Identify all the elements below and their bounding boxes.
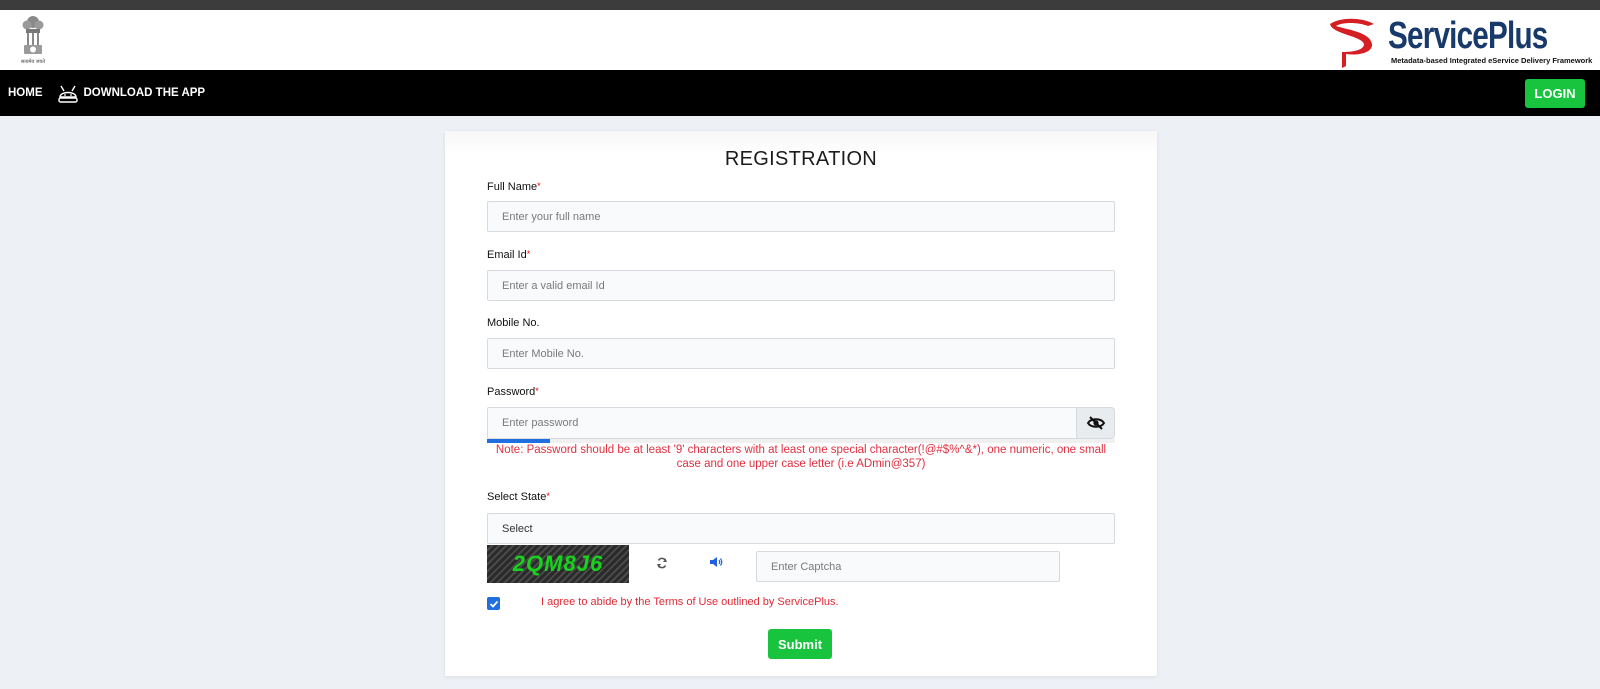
nav-download-app-label: DOWNLOAD THE APP xyxy=(83,87,206,99)
serviceplus-mark-icon xyxy=(1330,18,1374,68)
full-name-label-text: Full Name xyxy=(487,181,538,193)
full-name-input[interactable] xyxy=(487,201,1115,232)
browser-top-strip xyxy=(0,0,1600,10)
captcha-image: 2QM8J6 xyxy=(487,545,629,583)
email-label-text: Email Id xyxy=(487,249,527,261)
top-navbar: HOME DOWNLOAD THE APP LOGIN xyxy=(0,70,1600,116)
login-button[interactable]: LOGIN xyxy=(1525,79,1585,108)
page-title: REGISTRATION xyxy=(724,148,878,170)
full-name-label: Full Name* xyxy=(487,181,541,193)
site-header: सत्यमेव जयते ServicePlus Metadata-based … xyxy=(0,10,1600,70)
password-rules-note: Note: Password should be at least '9' ch… xyxy=(495,444,1107,470)
nav-home-link[interactable]: HOME xyxy=(8,87,43,99)
email-label: Email Id* xyxy=(487,249,530,261)
mobile-input[interactable] xyxy=(487,338,1115,369)
brand-tagline: Metadata-based Integrated eService Deliv… xyxy=(1391,56,1593,65)
mobile-label: Mobile No. xyxy=(487,317,540,329)
password-input[interactable] xyxy=(487,407,1077,439)
eye-slash-icon xyxy=(1086,416,1105,430)
password-label-text: Password xyxy=(487,386,536,398)
state-label: Select State* xyxy=(487,491,550,503)
state-select[interactable]: Select xyxy=(487,513,1115,544)
required-marker: * xyxy=(526,249,531,259)
captcha-input[interactable] xyxy=(756,551,1060,582)
refresh-icon xyxy=(657,557,667,569)
national-emblem-logo: सत्यमेव जयते xyxy=(17,14,49,66)
checkmark-icon xyxy=(489,600,498,608)
volume-icon xyxy=(710,557,723,567)
captcha-audio-button[interactable] xyxy=(709,555,723,573)
captcha-refresh-button[interactable] xyxy=(656,556,668,574)
emblem-icon xyxy=(22,16,44,54)
password-visibility-toggle[interactable] xyxy=(1076,407,1115,439)
password-label: Password* xyxy=(487,386,539,398)
nav-download-app-link[interactable]: DOWNLOAD THE APP xyxy=(57,82,206,104)
state-select-value: Select xyxy=(502,522,533,535)
brand-name: ServicePlus xyxy=(1388,15,1548,57)
android-icon xyxy=(57,85,78,103)
submit-button[interactable]: Submit xyxy=(768,629,832,659)
email-input[interactable] xyxy=(487,270,1115,301)
required-marker: * xyxy=(537,181,541,191)
emblem-caption: सत्यमेव जयते xyxy=(20,59,46,65)
agree-terms-checkbox[interactable] xyxy=(487,597,500,610)
required-marker: * xyxy=(535,386,539,396)
password-group xyxy=(487,407,1115,439)
agree-terms-label: I agree to abide by the Terms of Use out… xyxy=(541,596,839,608)
state-label-text: Select State xyxy=(487,491,547,503)
required-marker: * xyxy=(546,491,550,501)
serviceplus-logo: ServicePlus Metadata-based Integrated eS… xyxy=(1324,14,1592,68)
registration-card: REGISTRATION Full Name* Email Id* Mobile… xyxy=(445,131,1157,676)
